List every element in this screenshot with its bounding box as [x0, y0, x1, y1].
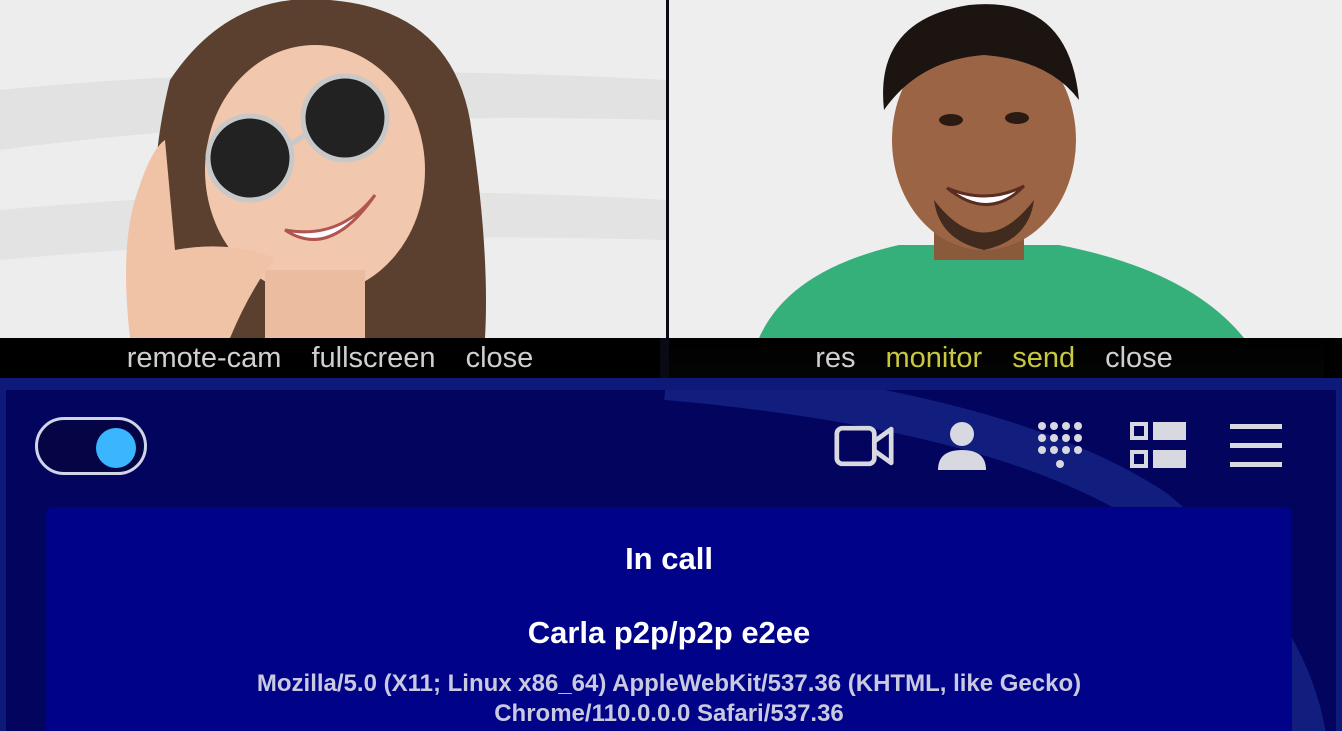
send-button[interactable]: send	[1012, 342, 1075, 375]
user-icon[interactable]	[932, 418, 992, 474]
peer-name: Carla p2p/p2p e2ee	[527, 615, 811, 650]
remote-control-bar: remote-cam fullscreen close	[0, 338, 660, 378]
call-panel: In call Carla p2p/p2p e2ee Mozilla/5.0 (…	[0, 378, 1342, 731]
call-status: In call	[625, 541, 713, 576]
video-area: remote-cam fullscreen close res monitor …	[0, 0, 1342, 378]
layout-icon[interactable]	[1128, 418, 1188, 474]
fullscreen-button[interactable]: fullscreen	[311, 342, 435, 375]
res-button[interactable]: res	[815, 342, 855, 375]
video-camera-icon[interactable]	[834, 418, 894, 474]
call-panel-inner: In call Carla p2p/p2p e2ee Mozilla/5.0 (…	[6, 390, 1336, 731]
call-toggle-switch[interactable]	[35, 417, 147, 475]
dialpad-icon[interactable]	[1030, 418, 1090, 474]
call-info-card: In call Carla p2p/p2p e2ee Mozilla/5.0 (…	[46, 507, 1292, 731]
remote-video-tile[interactable]: remote-cam fullscreen close	[0, 0, 666, 378]
remote-video-frame	[0, 0, 666, 338]
close-remote-button[interactable]: close	[466, 342, 534, 375]
local-video-frame	[669, 0, 1342, 338]
local-control-bar: res monitor send close	[669, 338, 1325, 378]
user-agent-line-2: Chrome/110.0.0.0 Safari/537.36	[494, 700, 844, 727]
close-local-button[interactable]: close	[1105, 342, 1173, 375]
toolbar-icons	[834, 418, 1286, 474]
menu-icon[interactable]	[1226, 418, 1286, 474]
user-agent-line-1: Mozilla/5.0 (X11; Linux x86_64) AppleWeb…	[256, 670, 1082, 697]
remote-cam-button[interactable]: remote-cam	[127, 342, 282, 375]
monitor-button[interactable]: monitor	[886, 342, 983, 375]
user-agent: Mozilla/5.0 (X11; Linux x86_64) AppleWeb…	[46, 669, 1292, 729]
bar-edge	[1324, 338, 1342, 378]
toggle-knob	[96, 428, 136, 468]
local-video-tile[interactable]: res monitor send close	[669, 0, 1342, 378]
